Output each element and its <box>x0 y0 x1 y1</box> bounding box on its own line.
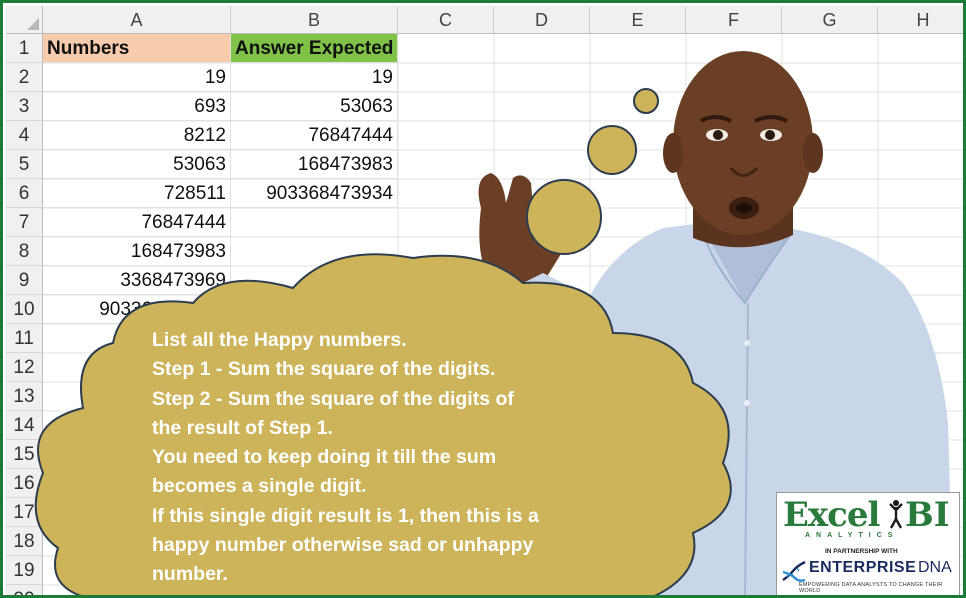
cell-b6[interactable]: 903368473934 <box>231 179 398 208</box>
cell-a7[interactable]: 76847444 <box>43 208 231 237</box>
cell-a1-header[interactable]: Numbers <box>43 34 231 63</box>
cloud-line-5: You need to keep doing it till the sum <box>152 446 497 469</box>
spreadsheet-frame: A B C D E F G H 1 2 3 4 5 6 7 8 9 10 11 … <box>0 0 966 598</box>
cloud-line-9: number. <box>152 563 228 586</box>
cloud-line-7: If this single digit result is 1, then t… <box>152 504 539 527</box>
logo-enterprise-text: ENTERPRISE <box>809 559 917 576</box>
cloud-line-3: Step 2 - Sum the square of the digits of <box>152 387 514 410</box>
cell-a3[interactable]: 693 <box>43 92 231 121</box>
cell-b3[interactable]: 53063 <box>231 92 398 121</box>
cell-a8[interactable]: 168473983 <box>43 237 231 266</box>
cloud-line-8: happy number otherwise sad or unhappy <box>152 534 534 557</box>
excel-bi-logo: Excel BI ANALYTICS IN PARTNERSHIP WITH E… <box>776 492 960 595</box>
cell-a2[interactable]: 19 <box>43 63 231 92</box>
cell-b4[interactable]: 76847444 <box>231 121 398 150</box>
cell-a6[interactable]: 728511 <box>43 179 231 208</box>
logo-analytics-text: ANALYTICS <box>805 532 899 539</box>
cell-a10[interactable]: 903368473934 <box>43 295 231 324</box>
cloud-line-4: the result of Step 1. <box>152 416 333 439</box>
logo-partnership-text: IN PARTNERSHIP WITH <box>825 548 898 555</box>
logo-tagline: EMPOWERING DATA ANALYSTS TO CHANGE THEIR… <box>799 582 943 594</box>
dna-helix-icon <box>782 560 806 582</box>
cloud-instructions: List all the Happy numbers. Step 1 - Sum… <box>152 326 592 590</box>
cell-a9[interactable]: 3368473969 <box>43 266 231 295</box>
logo-dna-text: DNA <box>918 559 952 576</box>
cell-b5[interactable]: 168473983 <box>231 150 398 179</box>
logo-bi-text: BI <box>905 495 950 535</box>
cloud-line-1: List all the Happy numbers. <box>152 329 407 351</box>
cell-a5[interactable]: 53063 <box>43 150 231 179</box>
logo-excel-text: Excel <box>783 495 880 535</box>
cloud-line-6: becomes a single digit. <box>152 475 367 498</box>
cell-b1-header[interactable]: Answer Expected <box>231 34 398 63</box>
cell-a4[interactable]: 8212 <box>43 121 231 150</box>
jumping-person-icon <box>889 500 903 529</box>
cell-b2[interactable]: 19 <box>231 63 398 92</box>
cloud-line-2: Step 1 - Sum the square of the digits. <box>152 358 496 381</box>
